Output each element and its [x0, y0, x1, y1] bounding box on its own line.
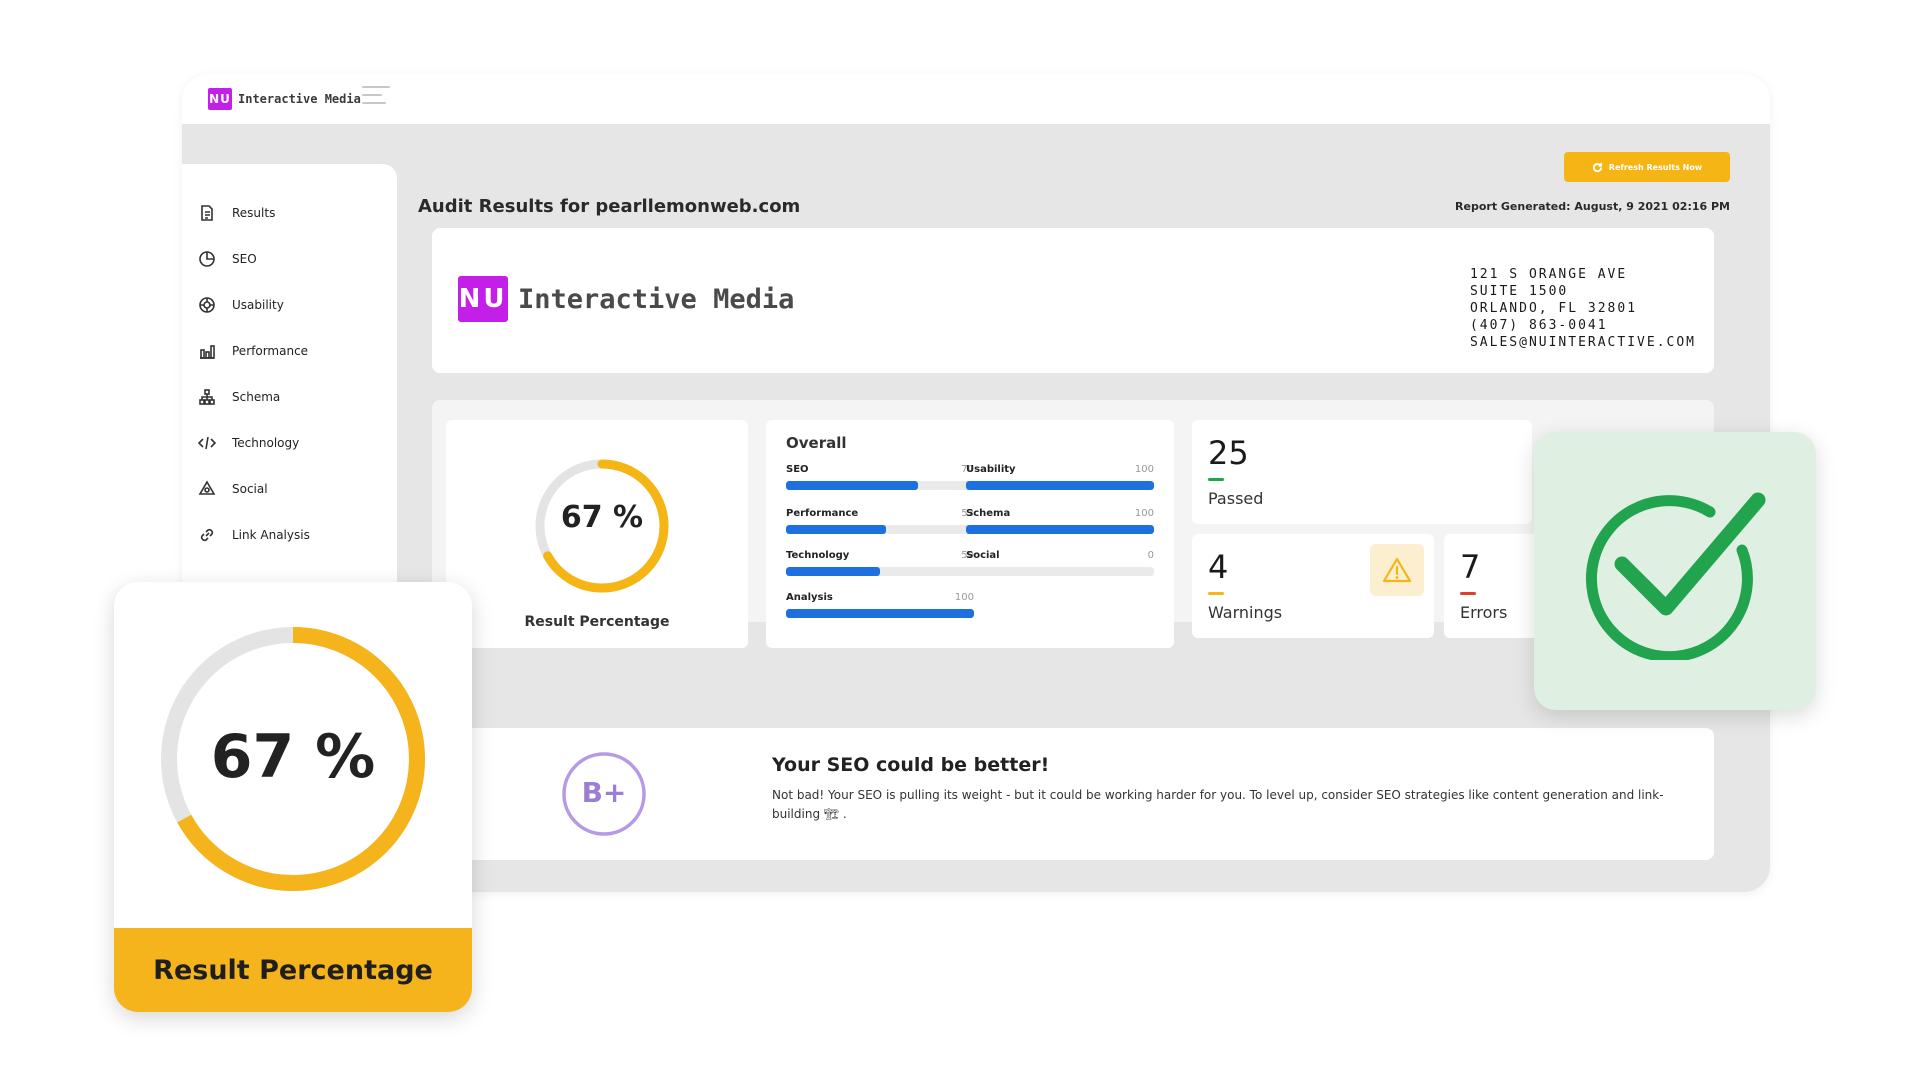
usability-icon — [199, 297, 215, 313]
company-header-card: NU Interactive Media 121 S ORANGE AVE SU… — [432, 228, 1714, 373]
sidebar-item-usability[interactable]: Usability — [182, 282, 397, 328]
company-name: Interactive Media — [518, 283, 795, 315]
large-percentage-label: Result Percentage — [114, 928, 472, 1012]
score-bar-social: Social 0 — [966, 550, 1154, 576]
phone-number: (407) 863-0041 — [1469, 318, 1608, 333]
large-percentage-value: 67 % — [210, 722, 376, 792]
score-label: Schema — [966, 508, 1011, 519]
sidebar-item-seo[interactable]: SEO — [182, 236, 397, 282]
warnings-count: 4 — [1208, 548, 1229, 586]
sidebar-item-performance[interactable]: Performance — [182, 328, 397, 374]
brand-logo[interactable]: NU Interactive Media — [208, 88, 361, 110]
score-bar-technology: Technology 50 — [786, 550, 974, 576]
code-icon — [198, 436, 216, 450]
email-address: SALES@NUINTERACTIVE.COM — [1469, 335, 1696, 350]
sidebar-item-social[interactable]: Social — [182, 466, 397, 512]
sidebar-item-schema[interactable]: Schema — [182, 374, 397, 420]
score-value: 100 — [1134, 464, 1154, 475]
errors-label: Errors — [1460, 603, 1508, 622]
score-label: Analysis — [786, 592, 833, 603]
overall-scores-tile: Overall SEO 70 Usability 100 Performance 53… — [766, 420, 1174, 648]
success-check-callout — [1534, 432, 1816, 710]
score-fill — [786, 567, 880, 576]
seo-summary-description: Not bad! Your SEO is pulling its weight … — [772, 788, 1664, 821]
sidebar-item-label: Social — [232, 482, 268, 496]
score-value: 100 — [1134, 508, 1154, 519]
refresh-icon — [1592, 162, 1602, 172]
sidebar-item-label: SEO — [232, 252, 257, 266]
metrics-card: 67 % Result Percentage Overall SEO 70 Usa… — [432, 400, 1714, 648]
checkmark-circle-icon — [1586, 492, 1766, 660]
report-generated: Report Generated: August, 9 2021 02:16 P… — [1455, 200, 1730, 213]
seo-grade: B+ — [581, 776, 627, 809]
passed-stat-tile: 25 Passed — [1192, 420, 1532, 524]
sidebar-item-label: Performance — [232, 344, 309, 358]
sidebar-item-results[interactable]: Results — [182, 190, 397, 236]
sidebar-item-link-analysis[interactable]: Link Analysis — [182, 512, 397, 558]
sidebar-item-label: Results — [232, 206, 276, 220]
score-bar-usability: Usability 100 — [966, 464, 1154, 490]
result-percentage-callout: 67 % Result Percentage — [114, 582, 472, 1012]
sidebar-item-label: Usability — [232, 298, 284, 312]
warnings-stat-tile: 4 Warnings — [1192, 534, 1434, 638]
score-fill — [786, 525, 886, 534]
address-line: SUITE 1500 — [1469, 284, 1569, 299]
errors-indicator — [1460, 592, 1476, 595]
refresh-results-button[interactable]: Refresh Results Now — [1564, 152, 1730, 182]
score-bar-performance: Performance 53 — [786, 508, 974, 534]
top-bar: NU Interactive Media — [182, 74, 1770, 124]
score-fill — [966, 481, 1154, 490]
seo-summary-title: Your SEO could be better! — [772, 754, 1050, 776]
refresh-label: Refresh Results Now — [1608, 162, 1703, 172]
score-label: Technology — [786, 550, 850, 561]
score-fill — [966, 525, 1154, 534]
overall-title: Overall — [786, 434, 847, 452]
address-line: 121 S ORANGE AVE — [1469, 267, 1628, 282]
passed-count: 25 — [1208, 434, 1249, 472]
score-fill — [786, 481, 918, 490]
hamburger-menu-icon[interactable] — [362, 86, 390, 108]
score-bar-seo: SEO 70 — [786, 464, 974, 490]
score-label: Social — [966, 550, 1000, 561]
result-percentage-label: Result Percentage — [524, 614, 670, 630]
result-percentage-value: 67 % — [560, 500, 644, 535]
passed-indicator — [1208, 478, 1224, 481]
sidebar-item-technology[interactable]: Technology — [182, 420, 397, 466]
pie-chart-icon — [199, 251, 215, 267]
score-value: 100 — [954, 592, 974, 603]
sidebar-item-label: Link Analysis — [232, 528, 310, 542]
bar-chart-icon — [200, 345, 215, 359]
company-logo: NU Interactive Media — [458, 276, 794, 322]
sidebar-item-label: Schema — [232, 390, 281, 404]
nu-logo-icon: NU — [208, 88, 232, 110]
score-value: 0 — [1147, 550, 1154, 561]
company-address: 121 S ORANGE AVE SUITE 1500 ORLANDO, FL … — [1470, 266, 1696, 351]
warnings-label: Warnings — [1208, 603, 1283, 622]
warning-triangle-icon — [1382, 557, 1412, 583]
sidebar-item-label: Technology — [232, 436, 300, 450]
social-icon — [198, 480, 216, 495]
brand-name: Interactive Media — [238, 92, 361, 106]
score-bar-schema: Schema 100 — [966, 508, 1154, 534]
warning-badge — [1370, 544, 1424, 596]
warnings-indicator — [1208, 592, 1224, 595]
result-percentage-tile: 67 % Result Percentage — [446, 420, 748, 648]
score-label: Usability — [966, 464, 1016, 475]
address-line: ORLANDO, FL 32801 — [1469, 301, 1638, 316]
score-bar-analysis: Analysis 100 — [786, 592, 974, 618]
page-title: Audit Results for pearllemonweb.com — [418, 196, 801, 217]
hierarchy-icon — [199, 389, 215, 405]
nu-logo-icon: NU — [458, 276, 508, 322]
score-label: Performance — [786, 508, 859, 519]
link-icon — [200, 528, 214, 542]
seo-summary-card: B+ Your SEO could be better! Not bad! Yo… — [432, 728, 1714, 860]
passed-label: Passed — [1208, 489, 1264, 508]
errors-count: 7 — [1460, 548, 1481, 586]
score-label: SEO — [786, 464, 809, 475]
score-fill — [786, 609, 974, 618]
document-icon — [201, 205, 213, 221]
